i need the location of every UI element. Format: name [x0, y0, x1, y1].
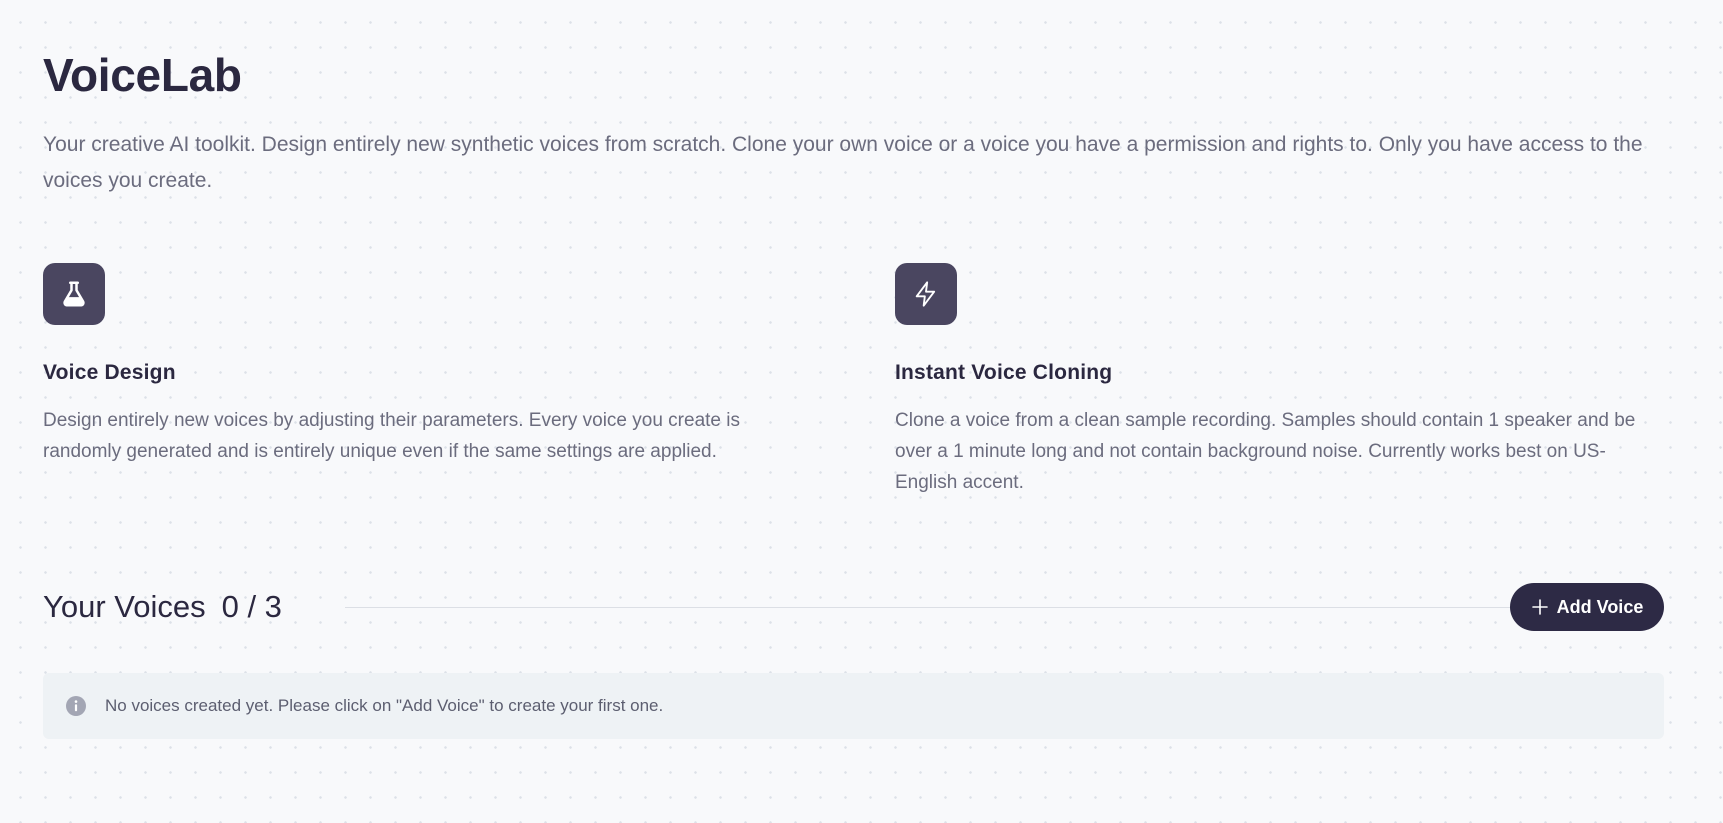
feature-description: Clone a voice from a clean sample record… [895, 410, 1636, 493]
voices-section-header: Your Voices 0 / 3 Add Voice [43, 583, 1664, 631]
feature-title: Voice Design [43, 361, 176, 384]
feature-voice-design: Voice Design Design entirely new voices … [43, 263, 803, 462]
feature-title: Instant Voice Cloning [895, 361, 1113, 384]
plus-icon [1531, 598, 1549, 616]
feature-instant-voice-cloning: Instant Voice Cloning Clone a voice from… [895, 263, 1655, 493]
info-icon [66, 696, 86, 716]
add-voice-label: Add Voice [1556, 596, 1644, 617]
add-voice-button[interactable]: Add Voice [1510, 583, 1664, 631]
page-title: VoiceLab [43, 49, 242, 101]
empty-message: No voices created yet. Please click on "… [105, 696, 664, 715]
empty-voices-notice: No voices created yet. Please click on "… [43, 673, 1664, 739]
flask-icon [43, 263, 105, 325]
feature-description: Design entirely new voices by adjusting … [43, 410, 740, 462]
page-intro: Your creative AI toolkit. Design entirel… [43, 133, 1643, 192]
voices-count: 0 / 3 [221, 589, 282, 624]
lightning-icon [895, 263, 957, 325]
section-divider [345, 607, 1524, 608]
voices-title: Your Voices [43, 589, 206, 624]
voices-heading: Your Voices 0 / 3 [43, 589, 282, 625]
